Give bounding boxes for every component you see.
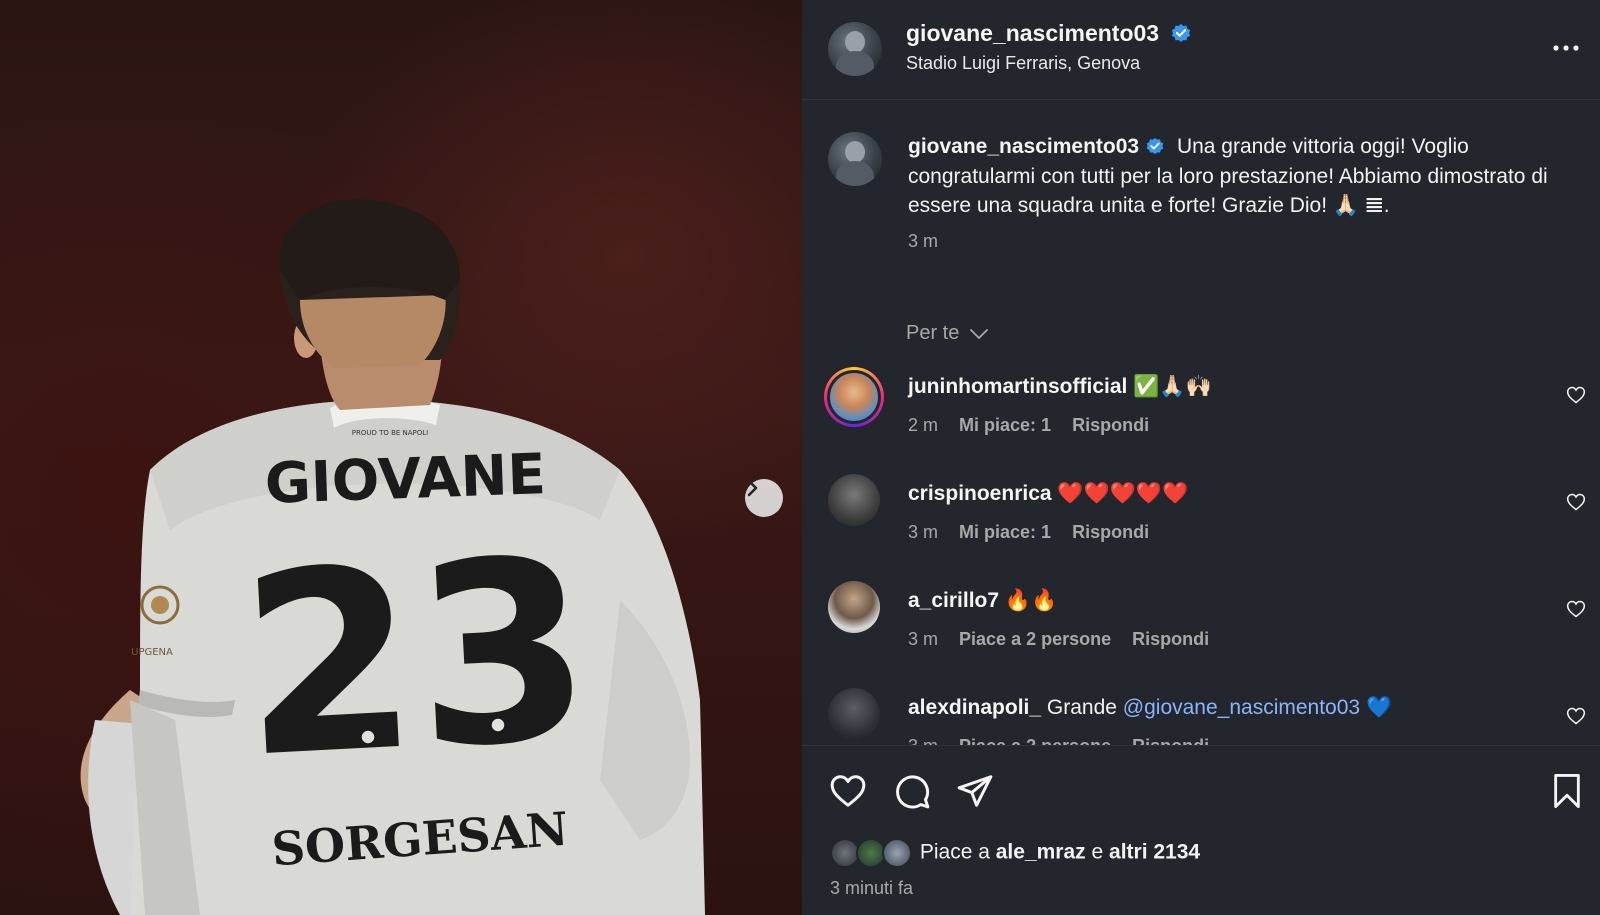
- sort-label: Per te: [906, 322, 960, 344]
- bookmark-icon[interactable]: [1550, 772, 1584, 810]
- caption-author-avatar[interactable]: [828, 132, 882, 186]
- post-header: giovane_nascimento03 Stadio Luigi Ferrar…: [802, 0, 1600, 100]
- comment-emoji: 💙: [1365, 696, 1393, 719]
- author-avatar[interactable]: [828, 22, 882, 76]
- post-caption: giovane_nascimento03 Una grande vittoria…: [908, 132, 1568, 256]
- comment-item: alexdinapoli_ Grande @giovane_nascimento…: [802, 688, 1600, 745]
- verified-badge-icon: [1146, 137, 1164, 155]
- next-photo-button[interactable]: [745, 479, 783, 517]
- comment-time: 3 m: [908, 629, 939, 649]
- comment-username[interactable]: juninhomartinsofficial: [908, 375, 1127, 398]
- heart-icon[interactable]: [1566, 385, 1586, 405]
- more-options-icon: [1553, 45, 1579, 51]
- player-illustration: GIOVANE 23 PROUD TO BE NAPOLI SORGESAN U…: [80, 199, 705, 915]
- reply-button[interactable]: Rispondi: [1132, 736, 1209, 745]
- likes-connector: e: [1091, 840, 1104, 864]
- post-actions: Piace a ale_mraz e altri 2134 3 minuti f…: [802, 745, 1600, 915]
- comment-likes[interactable]: Mi piace: 1: [959, 415, 1051, 435]
- comment-time: 2 m: [908, 415, 939, 435]
- posted-time: 3 minuti fa: [830, 878, 914, 898]
- reply-button[interactable]: Rispondi: [1072, 522, 1149, 542]
- comment-item: a_cirillo7 🔥🔥 3 m Piace a 2 persone Risp…: [802, 581, 1600, 689]
- caption-time: 3 m: [908, 230, 939, 251]
- comment-likes[interactable]: Piace a 2 persone: [959, 629, 1111, 649]
- comment-text: 🔥🔥: [1004, 589, 1058, 612]
- comment-text: ❤️❤️❤️❤️❤️: [1057, 482, 1189, 505]
- comment-item: crispinoenrica ❤️❤️❤️❤️❤️ 3 m Mi piace: …: [802, 474, 1600, 582]
- likes-prefix: Piace a: [919, 840, 990, 864]
- heart-icon[interactable]: [1566, 599, 1586, 619]
- comment-username[interactable]: crispinoenrica: [908, 482, 1052, 505]
- comment-text: Grande: [1046, 696, 1117, 719]
- comment-text: ✅🙏🏻🙌🏻: [1133, 375, 1212, 398]
- likes-others-link[interactable]: altri 2134: [1109, 841, 1200, 864]
- comment-likes[interactable]: Piace a 2 persone: [959, 736, 1111, 745]
- commenter-avatar[interactable]: [828, 474, 880, 526]
- jersey-number-text: 23: [235, 504, 598, 813]
- comment-time: 3 m: [908, 522, 939, 542]
- author-username[interactable]: giovane_nascimento03: [906, 20, 1159, 46]
- send-icon[interactable]: [956, 772, 994, 810]
- comment-time: 3 m: [908, 736, 938, 745]
- post-side-panel: giovane_nascimento03 Stadio Luigi Ferrar…: [802, 0, 1600, 915]
- verified-badge-icon: [1171, 24, 1190, 42]
- heart-icon[interactable]: [1566, 492, 1586, 512]
- comments-list[interactable]: juninhomartinsofficial ✅🙏🏻🙌🏻 2 m Mi piac…: [802, 355, 1600, 745]
- comments-sort-toggle[interactable]: Per te: [906, 322, 989, 345]
- commenter-avatar[interactable]: [824, 367, 884, 427]
- comment-username[interactable]: a_cirillo7: [908, 589, 999, 612]
- comment-likes[interactable]: Mi piace: 1: [959, 522, 1051, 542]
- comment-username[interactable]: alexdinapoli_: [908, 696, 1041, 719]
- sleeve-text: UPGENA: [131, 647, 173, 658]
- likes-user-link[interactable]: ale_mraz: [996, 841, 1086, 864]
- post-photo: GIOVANE 23 PROUD TO BE NAPOLI SORGESAN U…: [0, 0, 802, 915]
- heart-icon[interactable]: [1566, 706, 1586, 726]
- caption-username[interactable]: giovane_nascimento03: [908, 135, 1139, 158]
- liker-avatars: [830, 838, 914, 868]
- commenter-avatar[interactable]: [828, 688, 880, 740]
- comment-mention-link[interactable]: @giovane_nascimento03: [1123, 696, 1360, 719]
- reply-button[interactable]: Rispondi: [1132, 629, 1209, 649]
- jersey-name-text: GIOVANE: [264, 442, 547, 517]
- comment-bubble-icon[interactable]: [893, 772, 931, 810]
- more-options-button[interactable]: [1552, 38, 1580, 52]
- commenter-avatar[interactable]: [828, 581, 880, 633]
- comment-item: juninhomartinsofficial ✅🙏🏻🙌🏻 2 m Mi piac…: [802, 367, 1600, 475]
- collar-text: PROUD TO BE NAPOLI: [352, 429, 429, 437]
- chevron-down-icon: [970, 328, 988, 339]
- reply-button[interactable]: Rispondi: [1072, 415, 1149, 435]
- chevron-right-icon: [747, 479, 758, 497]
- likes-summary[interactable]: Piace a ale_mraz e altri 2134: [830, 838, 1200, 868]
- post-location[interactable]: Stadio Luigi Ferraris, Genova: [906, 53, 1192, 74]
- heart-icon[interactable]: [828, 772, 868, 810]
